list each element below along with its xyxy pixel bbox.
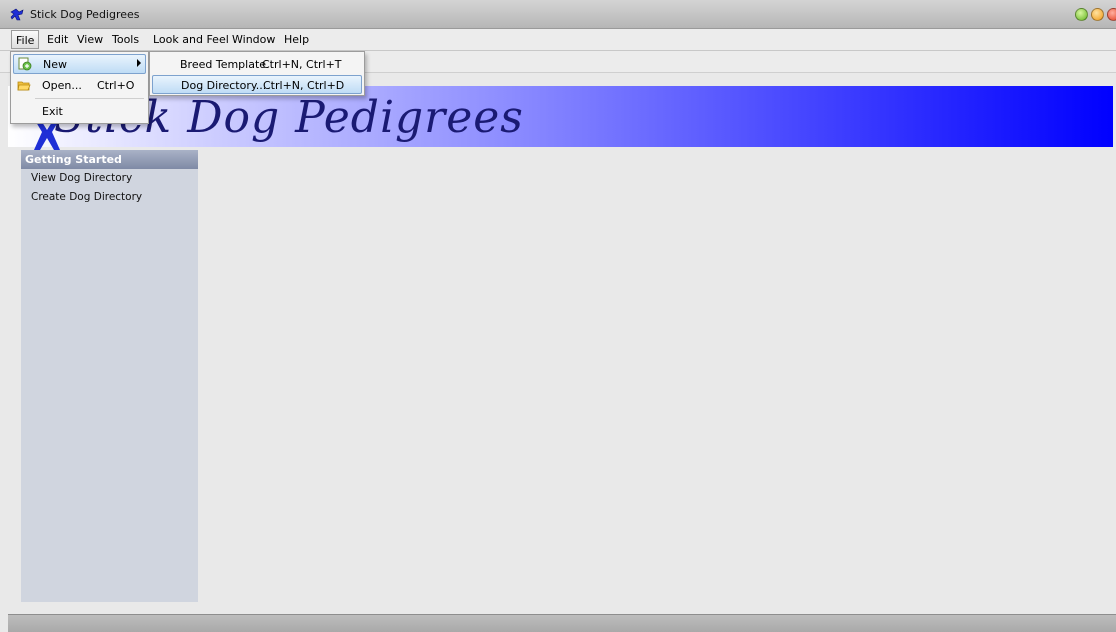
sidebar-item-view-dog-directory[interactable]: View Dog Directory	[21, 169, 198, 188]
submenu-item-dog-directory-label: Dog Directory...	[181, 79, 267, 92]
submenu-item-breed-template-shortcut: Ctrl+N, Ctrl+T	[262, 58, 342, 71]
menu-file[interactable]: File	[11, 30, 40, 49]
submenu-arrow-icon	[137, 59, 141, 67]
menu-view[interactable]: View	[77, 33, 103, 46]
menu-item-exit-label: Exit	[42, 105, 63, 118]
menu-tools[interactable]: Tools	[112, 33, 139, 46]
menu-window[interactable]: Window	[232, 33, 275, 46]
menu-item-open[interactable]: Open... Ctrl+O	[13, 76, 146, 96]
window-controls	[1075, 8, 1116, 21]
menu-item-open-label: Open...	[42, 79, 82, 92]
menu-item-new-label: New	[43, 58, 67, 71]
menu-item-open-shortcut: Ctrl+O	[97, 79, 135, 92]
menu-item-exit[interactable]: Exit	[13, 102, 146, 122]
submenu-item-dog-directory-shortcut: Ctrl+N, Ctrl+D	[263, 79, 345, 92]
sidebar-item-create-dog-directory[interactable]: Create Dog Directory	[21, 188, 198, 207]
menu-bar: File Edit View Tools Look and Feel Windo…	[0, 29, 1116, 51]
title-bar: Stick Dog Pedigrees	[0, 0, 1116, 29]
menu-look-and-feel[interactable]: Look and Feel	[153, 33, 229, 46]
submenu-item-dog-directory[interactable]: Dog Directory... Ctrl+N, Ctrl+D	[152, 75, 362, 94]
submenu-item-breed-template-label: Breed Template	[180, 58, 267, 71]
menu-separator	[35, 98, 144, 99]
menu-item-new[interactable]: New	[13, 54, 146, 74]
close-button[interactable]	[1107, 8, 1116, 21]
status-bar	[8, 614, 1116, 632]
menu-help[interactable]: Help	[284, 33, 309, 46]
open-folder-icon	[17, 81, 31, 91]
maximize-button[interactable]	[1091, 8, 1104, 21]
sidebar-header: Getting Started	[21, 150, 198, 169]
window-title: Stick Dog Pedigrees	[30, 8, 140, 21]
minimize-button[interactable]	[1075, 8, 1088, 21]
menu-edit[interactable]: Edit	[47, 33, 68, 46]
file-menu-popup: New Open... Ctrl+O Exit	[10, 51, 149, 124]
submenu-item-breed-template[interactable]: Breed Template Ctrl+N, Ctrl+T	[152, 55, 362, 74]
stick-dog-app-icon	[10, 8, 24, 21]
sidebar-panel: Getting Started View Dog Directory Creat…	[21, 150, 198, 602]
new-document-icon	[18, 57, 32, 71]
new-submenu-popup: Breed Template Ctrl+N, Ctrl+T Dog Direct…	[149, 51, 365, 96]
